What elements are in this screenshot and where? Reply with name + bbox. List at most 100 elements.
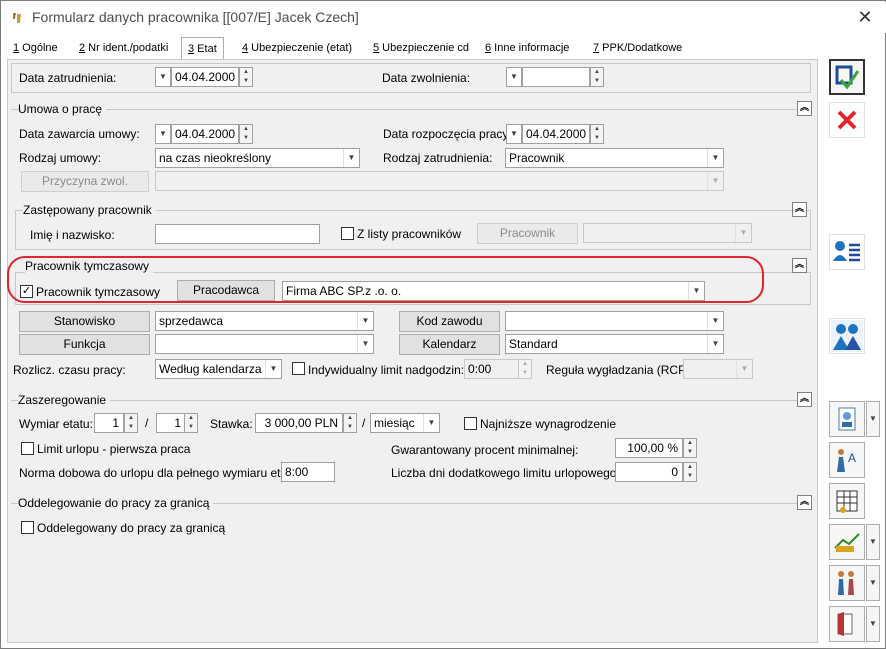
close-button[interactable]: ✕: [847, 4, 883, 31]
leave-limit-checkbox[interactable]: [21, 442, 34, 455]
etat-numerator-spinner[interactable]: ▲ ▼: [124, 413, 138, 433]
release-date-dropdown[interactable]: ▼: [506, 67, 522, 87]
svg-text:A: A: [848, 451, 856, 465]
guaranteed-percent-spinner[interactable]: ▲ ▼: [683, 438, 697, 458]
people-icon: [831, 320, 863, 352]
employment-type-select[interactable]: Pracownik ▼: [505, 148, 724, 168]
rate-separator: /: [362, 416, 366, 430]
finance-dropdown-arrow[interactable]: ▼: [866, 524, 880, 560]
etat-denominator-field[interactable]: 1: [156, 413, 186, 433]
leave-limit-label: Limit urlopu - pierwsza praca: [37, 442, 191, 456]
delegation-checkbox[interactable]: [21, 521, 34, 534]
family-button[interactable]: [829, 565, 865, 601]
start-date-field[interactable]: 04.04.2000: [522, 124, 590, 144]
people-button[interactable]: [829, 318, 865, 354]
start-date-dropdown[interactable]: ▼: [506, 124, 522, 144]
document-icon: [837, 612, 853, 636]
tab-inne-informacje[interactable]: 6 Inne informacje: [479, 39, 575, 60]
release-date-label: Data zwolnienia:: [382, 71, 471, 85]
extra-leave-days-field[interactable]: 0: [615, 462, 683, 482]
grade-group-title: Zaszeregowanie: [18, 393, 111, 407]
replaced-employee-select[interactable]: ▼: [583, 223, 752, 243]
period-select[interactable]: miesiąc ▼: [370, 413, 440, 433]
delegation-collapse-icon[interactable]: ︽: [797, 495, 812, 510]
function-select[interactable]: ▼: [155, 334, 374, 354]
position-button[interactable]: Stanowisko: [19, 311, 150, 332]
sign-date-dropdown[interactable]: ▼: [155, 124, 171, 144]
finance-button[interactable]: [829, 524, 865, 560]
grade-collapse-icon[interactable]: ︽: [797, 392, 812, 407]
hire-date-spinner[interactable]: ▲ ▼: [239, 67, 253, 87]
job-code-select[interactable]: ▼: [505, 311, 724, 331]
dismissal-reason-button[interactable]: Przyczyna zwol.: [21, 171, 149, 192]
contract-type-select[interactable]: na czas nieokreślony ▼: [155, 148, 360, 168]
window-title: Formularz danych pracownika [[007/E] Jac…: [32, 9, 359, 25]
identity-button[interactable]: [829, 401, 865, 437]
documents-dropdown-arrow[interactable]: ▼: [866, 606, 880, 642]
close-icon: [837, 110, 857, 130]
employee-card-icon: [833, 241, 860, 262]
tab-etat[interactable]: 3 Etat: [181, 37, 224, 61]
calendar-select[interactable]: Standard ▼: [505, 334, 724, 354]
rate-spinner[interactable]: ▲ ▼: [343, 413, 357, 433]
job-code-button[interactable]: Kod zawodu: [399, 311, 500, 332]
temp-collapse-icon[interactable]: ︽: [792, 258, 807, 273]
employee-form-window: Formularz danych pracownika [[007/E] Jac…: [0, 0, 886, 649]
position-select[interactable]: sprzedawca ▼: [155, 311, 374, 331]
tab-nr-ident[interactable]: 2 Nr ident./podatki: [73, 39, 174, 60]
documents-button[interactable]: [829, 606, 865, 642]
hire-date-dropdown[interactable]: ▼: [155, 67, 171, 87]
daily-norm-field[interactable]: 8:00: [281, 462, 335, 482]
release-date-field[interactable]: [522, 67, 590, 87]
tab-ubezpieczenie-cd[interactable]: 5 Ubezpieczenie cd: [367, 39, 475, 60]
guaranteed-percent-label: Gwarantowany procent minimalnej:: [391, 443, 579, 457]
chevron-down-icon: ▼: [707, 172, 723, 190]
function-button[interactable]: Funkcja: [19, 334, 150, 355]
replaced-collapse-icon[interactable]: ︽: [792, 202, 807, 217]
education-button[interactable]: A: [829, 442, 865, 478]
min-wage-checkbox[interactable]: [464, 417, 477, 430]
contract-collapse-icon[interactable]: ︽: [797, 101, 812, 116]
overtime-limit-checkbox[interactable]: [292, 362, 305, 375]
hire-date-field[interactable]: 04.04.2000: [171, 67, 239, 87]
calendar-button[interactable]: Kalendarz: [399, 334, 500, 355]
release-date-spinner[interactable]: ▲ ▼: [590, 67, 604, 87]
overtime-limit-spinner[interactable]: ▲ ▼: [518, 359, 532, 379]
family-icon: [838, 571, 854, 595]
chevron-down-icon: ▼: [707, 312, 723, 330]
etat-denominator-spinner[interactable]: ▲ ▼: [184, 413, 198, 433]
identity-dropdown-arrow[interactable]: ▼: [866, 401, 880, 437]
tab-ubezpieczenie-etat[interactable]: 4 Ubezpieczenie (etat): [236, 39, 358, 60]
delegation-checkbox-label: Oddelegowany do pracy za granicą: [37, 521, 226, 535]
extra-leave-days-spinner[interactable]: ▲ ▼: [683, 462, 697, 482]
sign-date-field[interactable]: 04.04.2000: [171, 124, 239, 144]
schedule-button[interactable]: [829, 483, 865, 519]
sign-date-spinner[interactable]: ▲ ▼: [239, 124, 253, 144]
family-dropdown-arrow[interactable]: ▼: [866, 565, 880, 601]
chevron-down-icon: ▼: [707, 335, 723, 353]
tab-ppk-dodatkowe[interactable]: 7 PPK/Dodatkowe: [587, 39, 688, 60]
dismissal-reason-select[interactable]: ▼: [155, 171, 724, 191]
start-date-spinner[interactable]: ▲ ▼: [590, 124, 604, 144]
etat-numerator-field[interactable]: 1: [94, 413, 124, 433]
replaced-employee-title: Zastępowany pracownik: [23, 203, 156, 217]
contract-type-label: Rodzaj umowy:: [19, 151, 102, 165]
employee-card-button[interactable]: [829, 234, 865, 270]
worktime-select[interactable]: Według kalendarza ▼: [155, 359, 282, 379]
min-wage-label: Najniższe wynagrodzenie: [480, 417, 617, 431]
replaced-name-field[interactable]: [155, 224, 320, 244]
tab-ogolne[interactable]: 1 Ogólne: [7, 39, 64, 60]
replaced-employee-button[interactable]: Pracownik: [477, 223, 578, 244]
worktime-label: Rozlicz. czasu pracy:: [13, 363, 126, 377]
overtime-limit-field[interactable]: 0:00: [464, 359, 519, 379]
from-list-checkbox[interactable]: [341, 227, 354, 240]
extra-leave-days-label: Liczba dni dodatkowego limitu urlopowego…: [391, 466, 620, 480]
rate-field[interactable]: 3 000,00 PLN: [255, 413, 343, 433]
highlight-oval: [7, 256, 764, 303]
etat-separator: /: [145, 416, 149, 430]
smoothing-rule-select[interactable]: ▼: [683, 359, 753, 379]
save-button[interactable]: [829, 59, 865, 95]
guaranteed-percent-field[interactable]: 100,00 %: [615, 438, 683, 458]
cancel-button[interactable]: [829, 102, 865, 138]
hire-date-label: Data zatrudnienia:: [19, 71, 117, 85]
